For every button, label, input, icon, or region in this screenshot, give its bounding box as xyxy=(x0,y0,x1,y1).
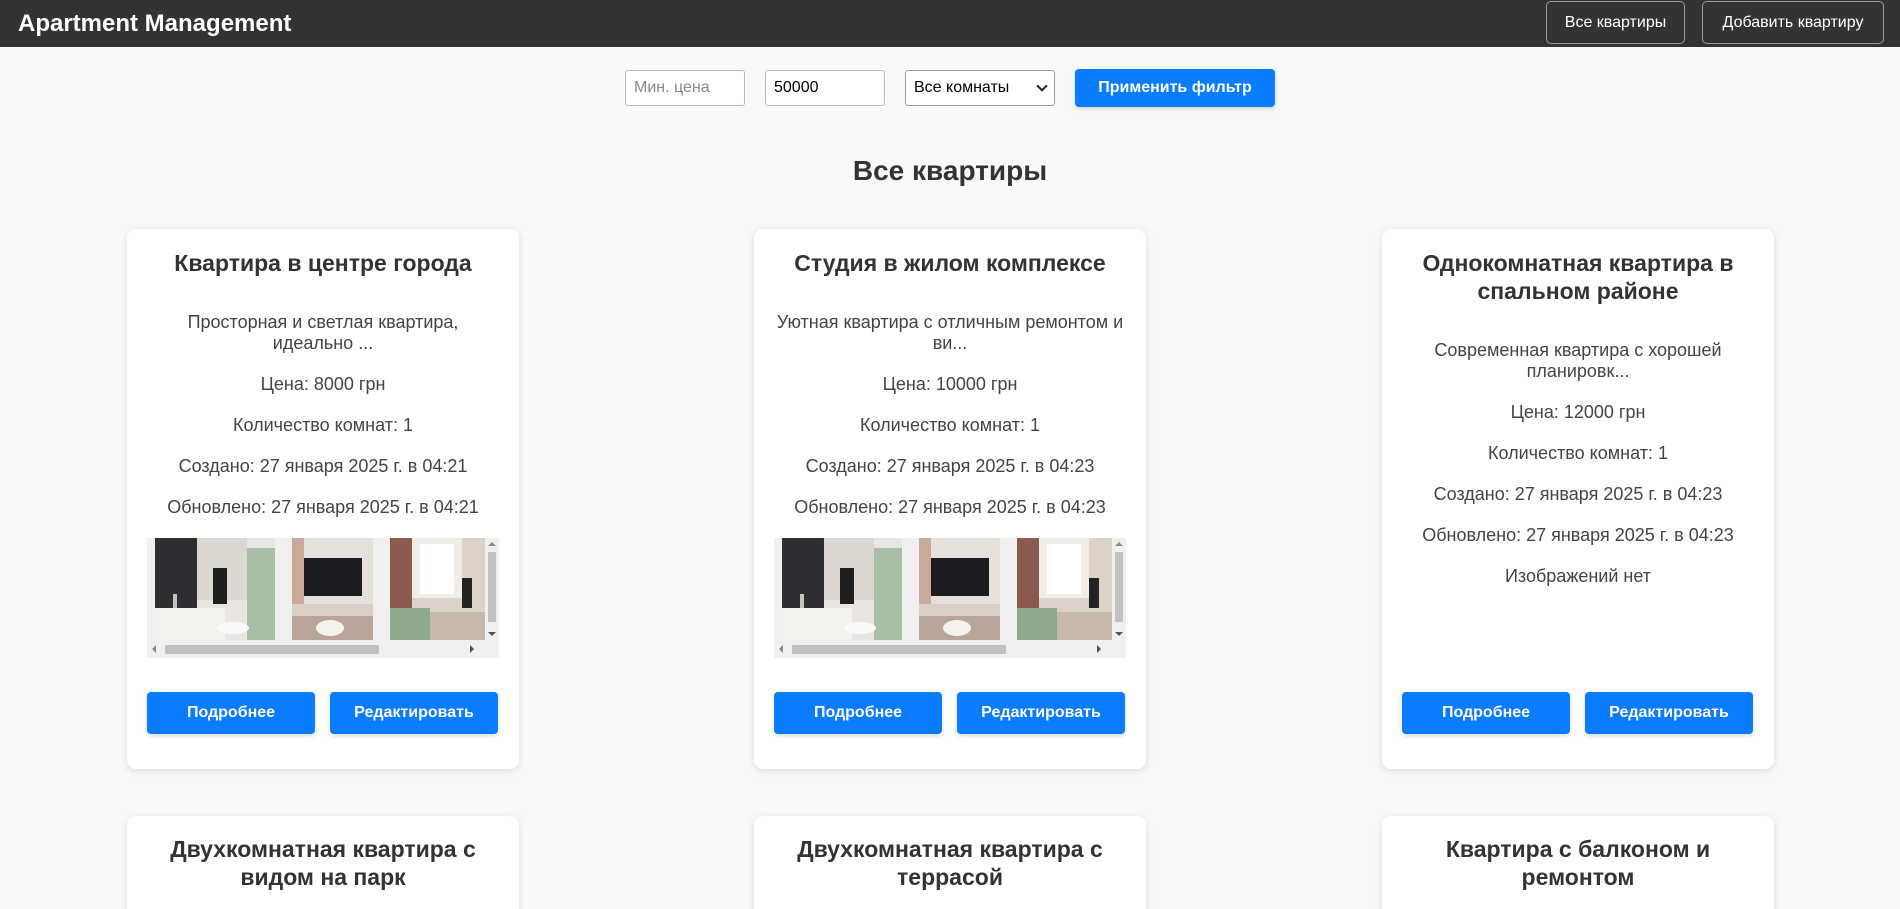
scroll-left-icon[interactable] xyxy=(152,645,156,653)
apartment-photo[interactable] xyxy=(390,538,485,640)
chevron-down-icon xyxy=(1036,80,1048,92)
apartment-card: Студия в жилом комплексе Уютная квартира… xyxy=(754,229,1146,769)
card-price: Цена: 12000 грн xyxy=(1510,402,1646,422)
edit-button[interactable]: Редактировать xyxy=(330,692,498,734)
card-title: Студия в жилом комплексе xyxy=(794,250,1106,276)
card-created: Создано: 27 января 2025 г. в 04:21 xyxy=(178,456,468,476)
top-navbar: Apartment Management Все квартиры Добави… xyxy=(0,0,1900,47)
card-title: Однокомнатная квартира в спальном районе xyxy=(1422,250,1734,304)
rooms-select[interactable]: Все комнаты xyxy=(905,70,1055,106)
card-rooms: Количество комнат: 1 xyxy=(860,415,1040,435)
card-updated: Обновлено: 27 января 2025 г. в 04:21 xyxy=(167,497,479,517)
details-button[interactable]: Подробнее xyxy=(774,692,942,734)
card-title: Квартира в центре города xyxy=(174,250,472,276)
scroll-up-icon[interactable] xyxy=(1115,542,1123,546)
card-title: Двухкомнатная квартира с видом на парк xyxy=(170,836,476,890)
scroll-left-icon[interactable] xyxy=(779,645,783,653)
card-price: Цена: 8000 грн xyxy=(260,374,386,394)
apartment-card: Квартира с балконом и ремонтом xyxy=(1382,816,1774,909)
card-created: Создано: 27 января 2025 г. в 04:23 xyxy=(805,456,1095,476)
scroll-down-icon[interactable] xyxy=(488,632,496,636)
apartment-card: Квартира в центре города Просторная и св… xyxy=(127,229,519,769)
nav-all-apartments-button[interactable]: Все квартиры xyxy=(1546,1,1685,44)
page-title: Все квартиры xyxy=(852,155,1048,186)
card-rooms: Количество комнат: 1 xyxy=(233,415,413,435)
gallery-vertical-scrollbar[interactable] xyxy=(1112,538,1126,640)
card-updated: Обновлено: 27 января 2025 г. в 04:23 xyxy=(1422,525,1734,545)
no-images-text: Изображений нет xyxy=(1504,566,1652,586)
card-rooms: Количество комнат: 1 xyxy=(1488,443,1668,463)
gallery-vertical-scrollbar[interactable] xyxy=(485,538,499,640)
card-created: Создано: 27 января 2025 г. в 04:23 xyxy=(1433,484,1723,504)
edit-button[interactable]: Редактировать xyxy=(957,692,1125,734)
apartment-photo[interactable] xyxy=(292,538,373,640)
image-gallery[interactable] xyxy=(147,538,499,658)
scroll-right-icon[interactable] xyxy=(470,645,474,653)
edit-button[interactable]: Редактировать xyxy=(1585,692,1753,734)
card-title: Квартира с балконом и ремонтом xyxy=(1445,836,1711,890)
apartment-card: Однокомнатная квартира в спальном районе… xyxy=(1382,229,1774,769)
scroll-down-icon[interactable] xyxy=(1115,632,1123,636)
min-price-input[interactable] xyxy=(625,70,745,106)
apartment-card: Двухкомнатная квартира с видом на парк xyxy=(127,816,519,909)
card-title: Двухкомнатная квартира с террасой xyxy=(797,836,1103,890)
rooms-select-value: Все комнаты xyxy=(914,79,1010,96)
gallery-horizontal-scrollbar[interactable] xyxy=(774,640,1126,658)
card-description: Просторная и светлая квартира, идеально … xyxy=(187,312,459,353)
apartment-card: Двухкомнатная квартира с террасой xyxy=(754,816,1146,909)
apartment-photo[interactable] xyxy=(155,538,275,640)
card-description: Уютная квартира с отличным ремонтом и ви… xyxy=(776,312,1124,353)
details-button[interactable]: Подробнее xyxy=(1402,692,1570,734)
apartment-photo[interactable] xyxy=(1017,538,1112,640)
card-description: Современная квартира с хорошей планировк… xyxy=(1434,340,1722,381)
apartment-photo[interactable] xyxy=(919,538,1000,640)
card-price: Цена: 10000 грн xyxy=(882,374,1018,394)
nav-add-apartment-button[interactable]: Добавить квартиру xyxy=(1702,1,1884,44)
apartment-photo[interactable] xyxy=(782,538,902,640)
apply-filter-button[interactable]: Применить фильтр xyxy=(1075,69,1275,107)
max-price-input[interactable] xyxy=(765,70,885,106)
brand-title[interactable]: Apartment Management xyxy=(18,10,291,38)
scroll-up-icon[interactable] xyxy=(488,542,496,546)
details-button[interactable]: Подробнее xyxy=(147,692,315,734)
scroll-right-icon[interactable] xyxy=(1097,645,1101,653)
gallery-horizontal-scrollbar[interactable] xyxy=(147,640,499,658)
card-updated: Обновлено: 27 января 2025 г. в 04:23 xyxy=(794,497,1106,517)
image-gallery[interactable] xyxy=(774,538,1126,658)
